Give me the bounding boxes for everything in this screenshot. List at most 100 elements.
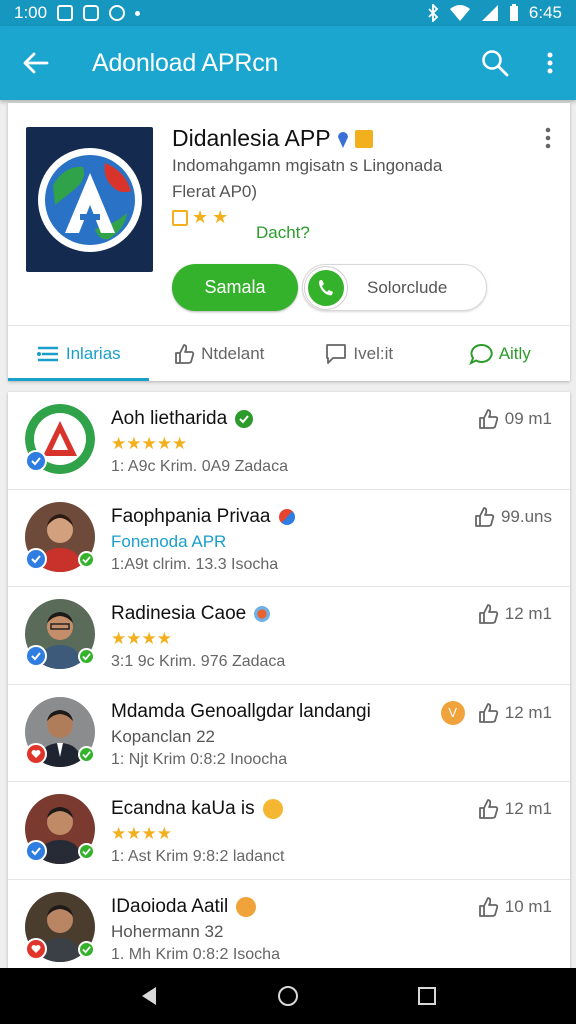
globe-emoji-icon: [254, 606, 271, 622]
chat-bubble-icon: [468, 343, 493, 365]
tab-label: Ivel:it: [353, 343, 394, 363]
verified-badge-icon: [25, 547, 47, 570]
tab-label: Ntdelant: [201, 343, 265, 363]
tab-ntdelant[interactable]: Ntdelant: [149, 326, 290, 381]
primary-action-button[interactable]: Samala: [172, 264, 298, 311]
review-meta: 1. Mh Krim 0:8:2 Isocha: [111, 945, 280, 963]
review-title: IDaoioda Aatil: [111, 895, 229, 917]
review-subtitle: Fonenoda APR: [111, 531, 227, 551]
review-likes[interactable]: V 12 m1: [440, 700, 552, 725]
smile-emoji-icon: [262, 799, 283, 819]
gallery-notification-icon: [57, 5, 74, 21]
app-bar-title: Adonload APRcn: [92, 48, 279, 77]
review-title-row: Aoh lietharida: [111, 408, 254, 430]
online-check-icon: [78, 550, 95, 568]
list-item[interactable]: IDaoioda Aatil Hohermann 32 1. Mh Krim 0…: [8, 880, 570, 969]
more-vert-icon: [545, 127, 551, 149]
avatar: [25, 599, 95, 669]
tab-inlarias[interactable]: Inlarias: [8, 326, 149, 381]
card-overflow-button[interactable]: [536, 123, 560, 153]
online-check-icon: [78, 940, 95, 958]
avatar: [25, 891, 95, 962]
list-item[interactable]: Ecandna kaUa is ★★★★ 1: Ast Krim 9:8:2 l…: [8, 782, 570, 880]
review-likes[interactable]: 09 m1: [477, 408, 552, 430]
nav-recents-button[interactable]: [397, 968, 457, 1024]
thumbs-up-icon: [478, 702, 498, 723]
bluetooth-icon: [428, 4, 439, 22]
tab-bar: Inlarias Ntdelant Ivel:it Aitly: [8, 325, 570, 381]
square-recents-icon: [417, 987, 436, 1005]
tab-label: Aitly: [498, 343, 531, 363]
review-title-row: IDaoioda Aatil: [111, 895, 257, 918]
arrow-back-icon: [23, 52, 49, 74]
online-check-icon: [78, 648, 95, 665]
review-list: Aoh lietharida ★★★★★ 1: A9c Krim. 0A9 Za…: [8, 392, 570, 968]
likes-count: 12 m1: [504, 799, 552, 818]
app-status: Dacht?: [256, 223, 310, 242]
location-pin-icon: [337, 131, 348, 148]
nav-home-button[interactable]: [258, 968, 318, 1024]
avatar: [25, 404, 95, 474]
star-icon: ★: [212, 207, 229, 227]
list-icon: [36, 346, 58, 361]
app-rating: ★ ★: [172, 207, 228, 228]
list-item[interactable]: Aoh lietharida ★★★★★ 1: A9c Krim. 0A9 Za…: [8, 392, 570, 490]
review-title: Aoh lietharida: [111, 408, 228, 429]
wifi-icon: [449, 5, 470, 21]
avatar: [25, 794, 95, 864]
review-title-row: Faophpania Privaa: [111, 506, 295, 528]
search-button[interactable]: [466, 26, 524, 100]
review-meta: 1: Ast Krim 9:8:2 ladanct: [111, 848, 285, 865]
review-title-row: Mdamda Genoallgdar landangi: [111, 701, 371, 723]
review-likes[interactable]: 12 m1: [477, 798, 552, 820]
thumbs-up-icon: [175, 343, 195, 364]
verified-badge-icon: [25, 645, 47, 667]
heart-badge-icon: [25, 937, 47, 960]
app-logo: [26, 127, 153, 272]
review-meta: 1: Njt Krim 0:8:2 Inoocha: [111, 750, 288, 768]
thumbs-up-icon: [478, 896, 498, 917]
list-item[interactable]: Mdamda Genoallgdar landangi Kopanclan 22…: [8, 685, 570, 782]
review-meta: 1: A9c Krim. 0A9 Zadaca: [111, 458, 288, 475]
tab-ivelit[interactable]: Ivel:it: [289, 326, 430, 381]
online-check-icon: [78, 745, 95, 763]
tab-aitly[interactable]: Aitly: [430, 326, 571, 381]
award-badge-icon: [354, 129, 373, 148]
overflow-menu-button[interactable]: [524, 26, 576, 100]
star-icon: ★: [192, 207, 209, 227]
badge-emoji-icon: [278, 508, 295, 525]
check-circle-icon: [235, 410, 254, 428]
review-likes[interactable]: 12 m1: [477, 603, 552, 625]
v-badge-icon: V: [440, 700, 465, 725]
status-right-time: 6:45: [528, 3, 562, 22]
list-item[interactable]: Radinesia Caoe ★★★★ 3:1 9c Krim. 976 Zad…: [8, 587, 570, 685]
status-bar: 1:00 6:45: [0, 0, 576, 26]
signal-icon: [481, 5, 498, 21]
review-stars: ★★★★: [111, 629, 172, 648]
search-icon: [482, 50, 509, 77]
thumbs-up-icon: [478, 799, 498, 819]
review-likes[interactable]: 99.uns: [473, 506, 552, 528]
thumbs-up-icon: [475, 506, 495, 527]
review-likes[interactable]: 10 m1: [477, 896, 552, 918]
review-stars: ★★★★: [111, 824, 172, 843]
system-nav-bar: [0, 968, 576, 1024]
verified-badge-icon: [25, 840, 47, 862]
secondary-action-button[interactable]: Solorclude: [302, 264, 487, 311]
list-item[interactable]: Faophpania Privaa Fonenoda APR 1:A9t clr…: [8, 490, 570, 587]
phone-icon: [305, 266, 347, 309]
app-description-line-2: Flerat AP0): [172, 182, 258, 201]
status-time: 1:00: [14, 3, 48, 22]
likes-count: 09 m1: [504, 409, 552, 428]
review-title: Radinesia Caoe: [111, 603, 247, 624]
more-vert-icon: [547, 52, 553, 74]
app-name-row: Didanlesia APP: [172, 125, 373, 152]
likes-count: 99.uns: [500, 506, 552, 526]
back-button[interactable]: [0, 26, 72, 100]
likes-count: 12 m1: [504, 604, 552, 623]
nav-back-button[interactable]: [119, 968, 179, 1024]
review-title-row: Ecandna kaUa is: [111, 798, 283, 820]
comment-icon: [326, 343, 347, 364]
review-title: Faophpania Privaa: [111, 505, 271, 527]
laugh-emoji-icon: [236, 896, 257, 917]
